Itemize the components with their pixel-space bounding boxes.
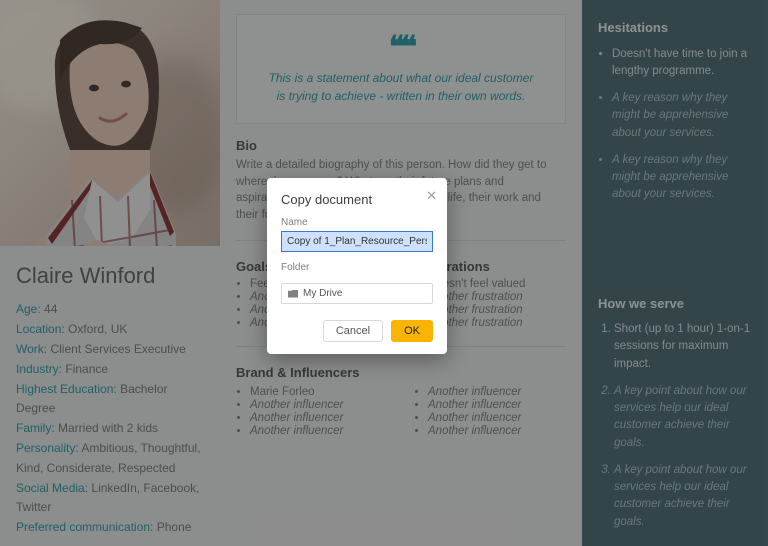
copy-document-dialog: Copy document ✕ Name Folder My Drive Can… (267, 178, 447, 354)
folder-label: Folder (281, 262, 433, 273)
name-label: Name (281, 217, 433, 228)
folder-value: My Drive (303, 288, 342, 299)
document-name-input[interactable] (281, 231, 433, 252)
ok-button[interactable]: OK (391, 320, 433, 342)
cancel-button[interactable]: Cancel (323, 320, 383, 342)
dialog-title: Copy document (281, 192, 433, 207)
folder-picker[interactable]: My Drive (281, 283, 433, 304)
folder-icon (288, 290, 298, 298)
close-icon[interactable]: ✕ (426, 188, 437, 204)
